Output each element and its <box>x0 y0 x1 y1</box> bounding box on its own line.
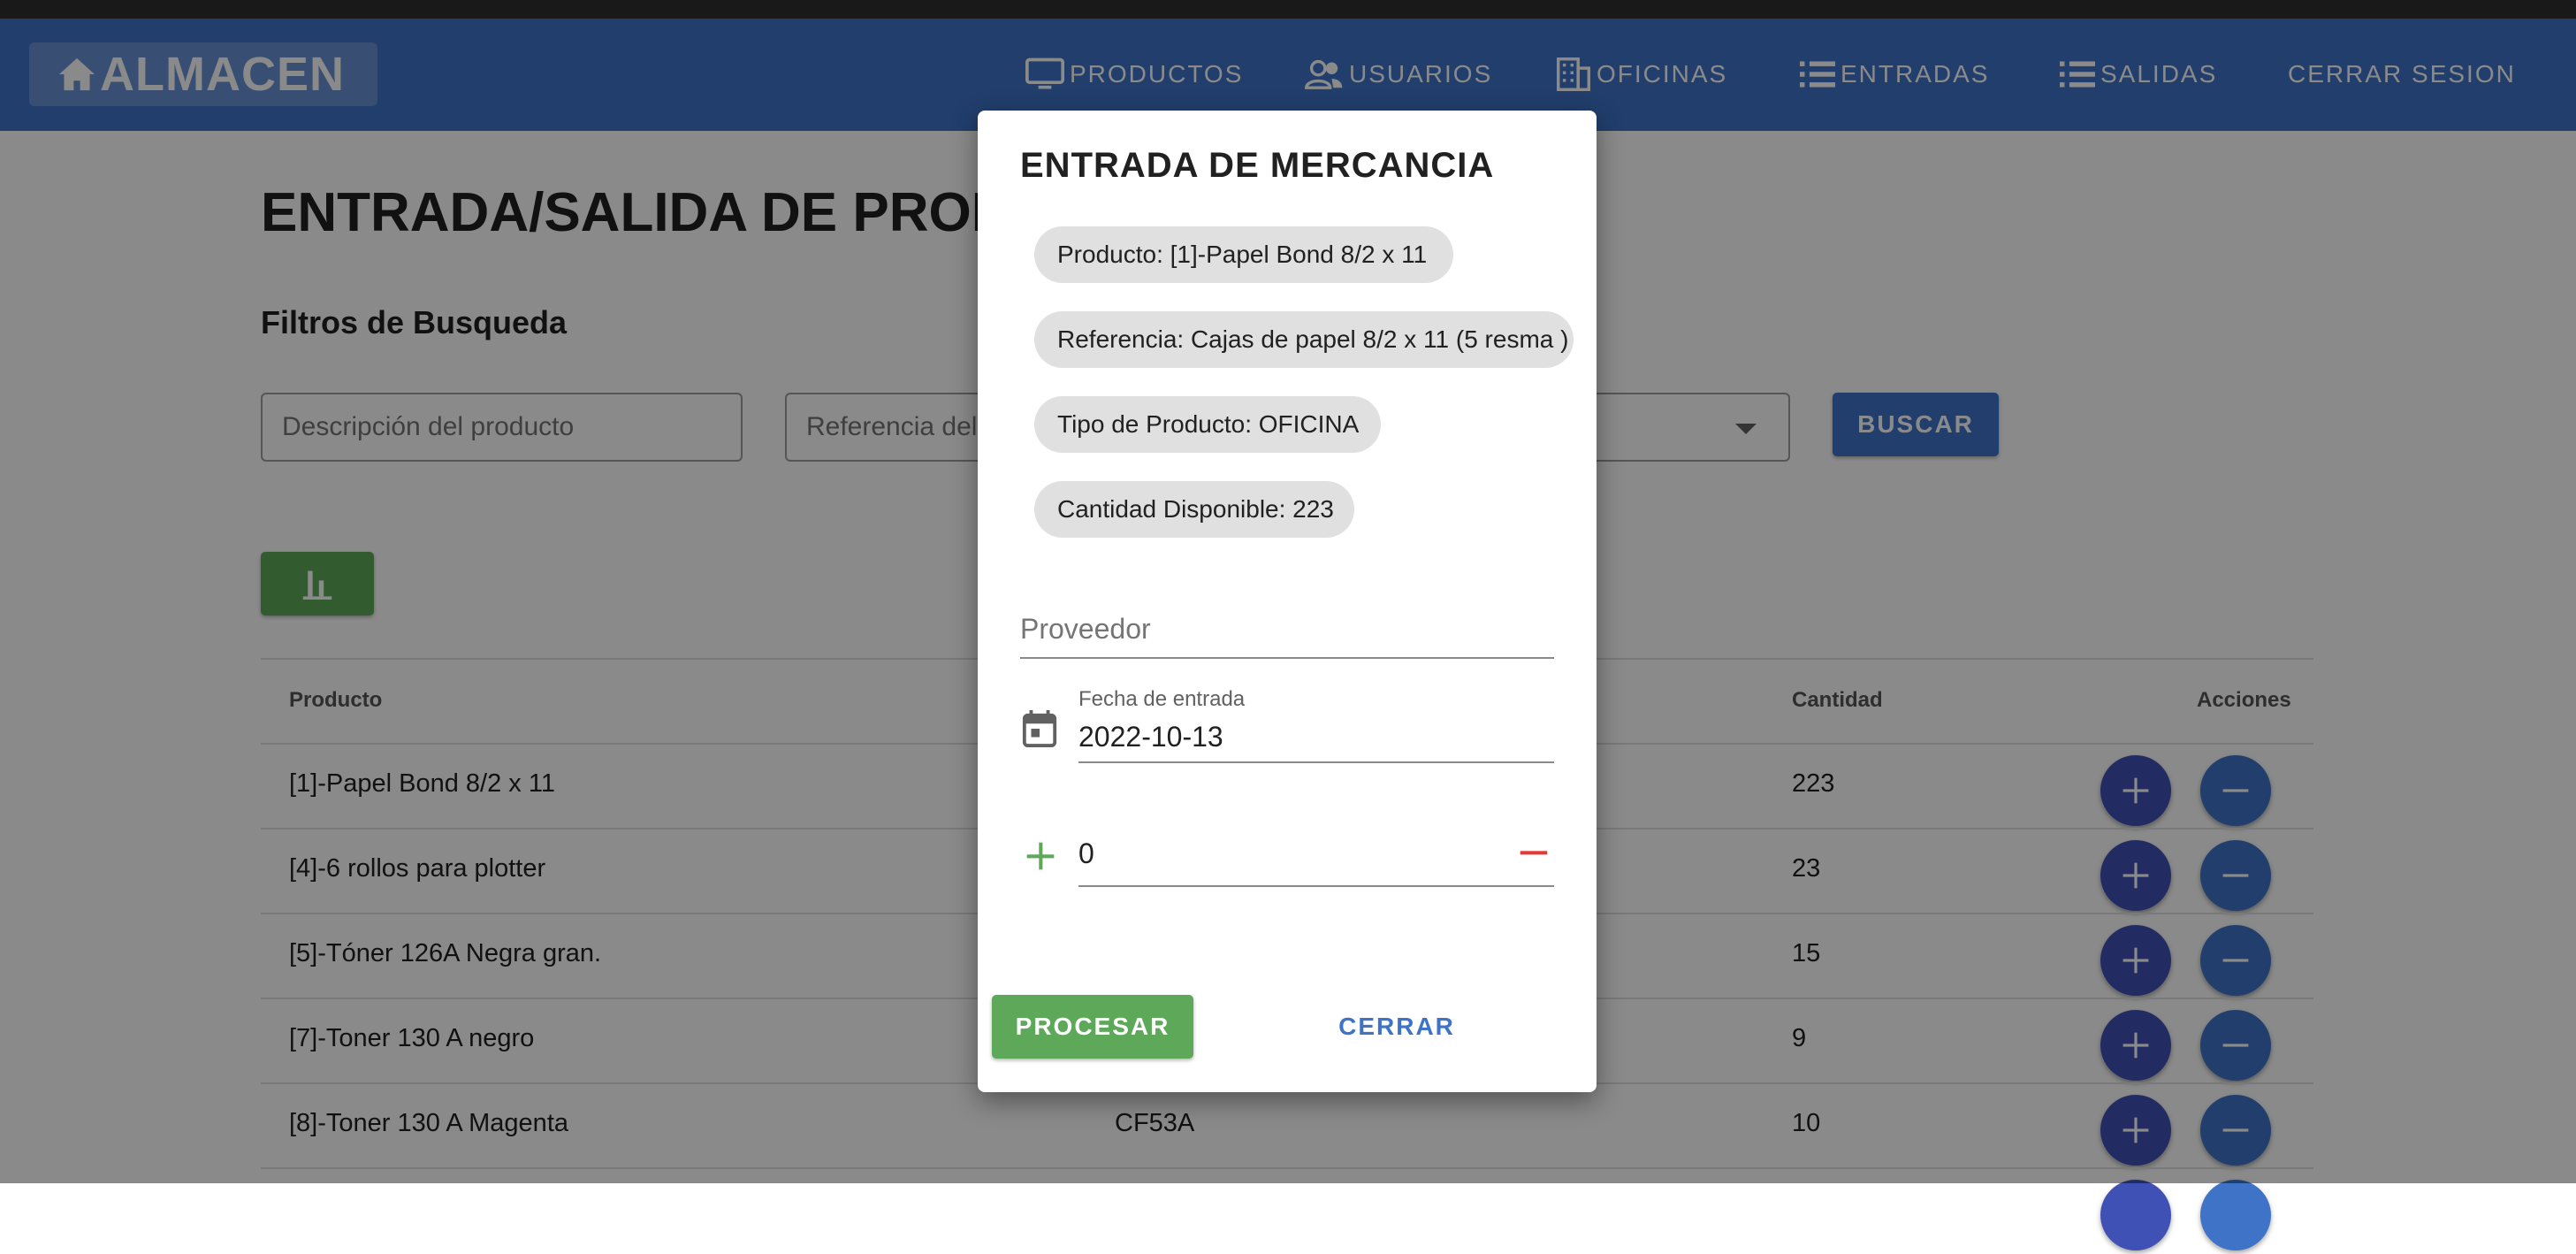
chip-tipo-producto: Tipo de Producto: OFICINA <box>1034 396 1381 453</box>
chip-referencia: Referencia: Cajas de papel 8/2 x 11 (5 r… <box>1034 311 1574 368</box>
fecha-entrada-input[interactable]: Fecha de entrada 2022-10-13 <box>1078 677 1554 763</box>
fecha-entrada-value: 2022-10-13 <box>1078 721 1223 753</box>
add-stock-button[interactable] <box>2100 1180 2171 1250</box>
dialog-title: ENTRADA DE MERCANCIA <box>1020 146 1495 185</box>
chip-cantidad-disponible: Cantidad Disponible: 223 <box>1034 481 1354 538</box>
fecha-entrada-label: Fecha de entrada <box>1078 687 1246 711</box>
remove-stock-button[interactable] <box>2200 1180 2271 1250</box>
cantidad-value: 0 <box>1078 837 1094 869</box>
minus-icon[interactable] <box>1519 837 1549 868</box>
calendar-icon[interactable] <box>1022 710 1057 747</box>
chip-producto: Producto: [1]-Papel Bond 8/2 x 11 <box>1034 226 1453 283</box>
proveedor-placeholder: Proveedor <box>1020 613 1151 645</box>
plus-icon[interactable] <box>1025 841 1056 871</box>
procesar-button[interactable]: PROCESAR <box>992 995 1193 1059</box>
proveedor-input[interactable]: Proveedor <box>1020 588 1554 659</box>
cantidad-input[interactable]: 0 <box>1078 818 1554 887</box>
cerrar-button[interactable]: CERRAR <box>1317 995 1476 1059</box>
entrada-dialog: ENTRADA DE MERCANCIA Producto: [1]-Papel… <box>978 111 1597 1092</box>
